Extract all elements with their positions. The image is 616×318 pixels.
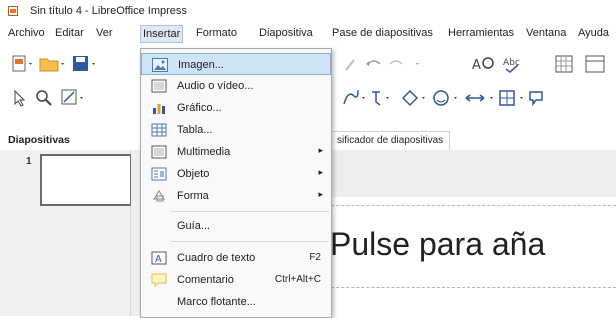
- menu-item-label: Comentario: [177, 274, 234, 286]
- menu-item-label: Guía...: [177, 220, 211, 232]
- tab-slide-sorter[interactable]: sificador de diapositivas: [330, 131, 451, 150]
- menu-item-forma[interactable]: Forma ▸: [141, 185, 331, 207]
- save-icon[interactable]: [70, 54, 100, 74]
- menu-item-audio-video[interactable]: Audio o vídeo...: [141, 75, 331, 97]
- menu-item-guia[interactable]: Guía...: [141, 215, 331, 237]
- menu-item-label: Imagen...: [178, 59, 224, 71]
- edit-toolbar-icons[interactable]: [338, 54, 438, 74]
- menu-item-label: Marco flotante...: [177, 296, 256, 308]
- menu-item-label: Gráfico...: [177, 102, 222, 114]
- title-bar: Sin título 4 - LibreOffice Impress: [0, 0, 616, 22]
- slide-number: 1: [26, 156, 32, 167]
- menu-item-shortcut: F2: [309, 252, 321, 263]
- image-icon: [152, 58, 168, 72]
- shape-icon: [153, 190, 165, 202]
- menu-item-tabla[interactable]: Tabla...: [141, 119, 331, 141]
- object-icon: [151, 167, 167, 181]
- textbox-icon: A: [151, 251, 167, 265]
- select-arrow-icon[interactable]: [10, 88, 30, 108]
- submenu-arrow-icon: ▸: [318, 189, 323, 199]
- menu-item-label: Multimedia: [177, 146, 231, 158]
- menu-ver[interactable]: Ver: [96, 27, 113, 39]
- window-title: Sin título 4 - LibreOffice Impress: [30, 5, 187, 17]
- insert-menu: Imagen... Audio o vídeo... Gráfico... Ta…: [140, 48, 332, 318]
- submenu-arrow-icon: ▸: [318, 145, 323, 155]
- title-placeholder-text[interactable]: Pulse para aña: [330, 226, 545, 263]
- impress-app-icon: [8, 6, 18, 16]
- menu-item-label: Forma: [177, 190, 209, 202]
- menu-insertar[interactable]: Insertar: [140, 25, 184, 43]
- menu-separator: [171, 241, 329, 242]
- svg-text:A: A: [472, 58, 481, 73]
- line-color-icon[interactable]: [60, 88, 90, 108]
- grid-display-icon[interactable]: [552, 54, 612, 74]
- menu-item-label: Tabla...: [177, 124, 213, 136]
- spelling-icon[interactable]: Abc: [500, 54, 530, 74]
- menu-ayuda[interactable]: Ayuda: [578, 27, 609, 39]
- menu-item-cuadro-de-texto[interactable]: A Cuadro de texto F2: [141, 247, 331, 269]
- menu-item-comentario[interactable]: Comentario Ctrl+Alt+C: [141, 269, 331, 291]
- menu-archivo[interactable]: Archivo: [8, 27, 45, 39]
- media-icon: [151, 79, 167, 93]
- menu-pase-de-diapositivas[interactable]: Pase de diapositivas: [332, 27, 433, 39]
- svg-text:A: A: [155, 254, 162, 265]
- menu-item-label: Objeto: [177, 168, 210, 180]
- menu-formato[interactable]: Formato: [196, 27, 237, 39]
- menu-item-grafico[interactable]: Gráfico...: [141, 97, 331, 119]
- zoom-icon[interactable]: [34, 88, 54, 108]
- menu-item-multimedia[interactable]: Multimedia ▸: [141, 141, 331, 163]
- menu-item-label: Cuadro de texto: [177, 252, 256, 264]
- slides-panel-title: Diapositivas: [8, 134, 70, 146]
- slides-pane: 1: [0, 150, 132, 316]
- title-placeholder-border: [301, 205, 616, 206]
- multimedia-icon: [151, 145, 167, 159]
- menu-item-imagen[interactable]: Imagen...: [141, 53, 331, 75]
- title-placeholder-border: [301, 287, 616, 288]
- menu-bar: Archivo Editar Ver Insertar Formato Diap…: [0, 24, 616, 44]
- menu-item-shortcut: Ctrl+Alt+C: [274, 274, 321, 285]
- shapes-toolbar-icons[interactable]: [338, 88, 608, 108]
- menu-separator: [171, 211, 329, 212]
- submenu-arrow-icon: ▸: [318, 167, 323, 177]
- menu-herramientas[interactable]: Herramientas: [448, 27, 514, 39]
- open-folder-icon[interactable]: [38, 54, 66, 74]
- find-replace-icon[interactable]: A: [468, 54, 498, 74]
- menu-item-marco-flotante[interactable]: Marco flotante...: [141, 291, 331, 313]
- menu-item-label: Audio o vídeo...: [177, 80, 254, 92]
- slide-thumbnail[interactable]: [40, 154, 132, 206]
- menu-item-objeto[interactable]: Objeto ▸: [141, 163, 331, 185]
- comment-icon: [151, 273, 167, 287]
- slides-panel-header: Diapositivas: [0, 130, 130, 150]
- menu-editar[interactable]: Editar: [55, 27, 84, 39]
- chart-icon: [153, 104, 165, 114]
- table-icon: [151, 123, 167, 137]
- new-document-icon[interactable]: [10, 54, 34, 74]
- menu-diapositiva[interactable]: Diapositiva: [259, 27, 313, 39]
- menu-ventana[interactable]: Ventana: [526, 27, 566, 39]
